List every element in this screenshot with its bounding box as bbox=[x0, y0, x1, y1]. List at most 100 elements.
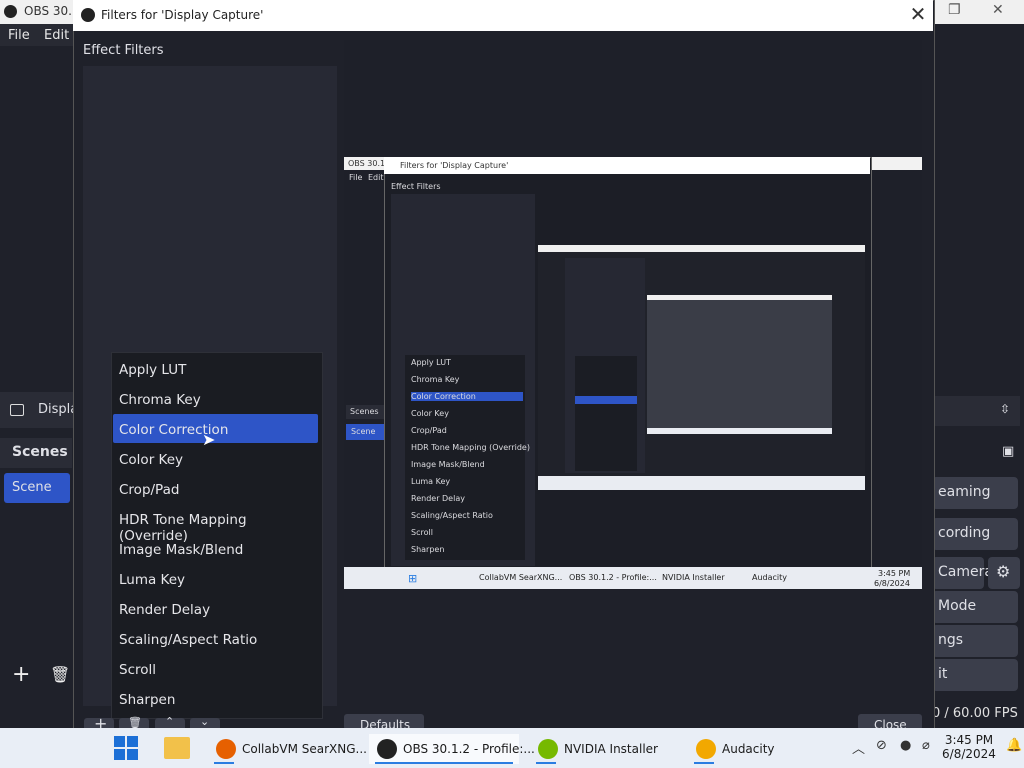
menu-item-label: Scroll bbox=[119, 662, 157, 678]
preview-task-collabvm: CollabVM SearXNG... bbox=[479, 573, 563, 582]
fps-status: 0 / 60.00 FPS bbox=[932, 706, 1018, 721]
right-panel bbox=[932, 24, 1024, 440]
camera-off-icon[interactable]: ⊘ bbox=[876, 738, 887, 753]
restore-icon[interactable]: ❐ bbox=[948, 2, 961, 18]
preview-taskbar: ⊞ CollabVM SearXNG... OBS 30.1.2 - Profi… bbox=[344, 567, 922, 589]
taskbar-item-firefox[interactable]: CollabVM SearXNG... bbox=[208, 734, 367, 764]
preview-task-nvidia: NVIDIA Installer bbox=[662, 573, 725, 582]
file-explorer-icon[interactable] bbox=[164, 737, 190, 759]
preview-deep-titlebar bbox=[647, 295, 832, 300]
studio-mode-button[interactable]: Mode bbox=[932, 591, 1018, 623]
monitor-icon bbox=[10, 404, 24, 416]
dialog-close-icon[interactable]: ✕ bbox=[907, 3, 929, 25]
menu-item-sharpen[interactable]: Sharpen bbox=[119, 685, 309, 713]
preview-menu-item: HDR Tone Mapping (Override) bbox=[411, 443, 530, 452]
start-recording-button[interactable]: cording bbox=[932, 518, 1018, 550]
preview-menu-item: Sharpen bbox=[411, 545, 445, 554]
menu-item-chroma-key[interactable]: Chroma Key bbox=[119, 385, 309, 413]
obs-logo-icon bbox=[81, 8, 95, 22]
source-toolbar: Displa bbox=[0, 392, 78, 428]
chevron-up-icon: ⌃ bbox=[165, 715, 175, 728]
preview-menu-item: Scroll bbox=[411, 528, 433, 537]
scene-list-item[interactable]: Scene bbox=[4, 473, 70, 503]
obs-logo-icon bbox=[4, 5, 17, 18]
taskbar-item-nvidia[interactable]: NVIDIA Installer bbox=[530, 734, 670, 764]
preview-menu-edit: Edit bbox=[368, 173, 384, 182]
scene-label: Scene bbox=[12, 480, 52, 495]
menu-edit[interactable]: Edit bbox=[44, 28, 69, 43]
settings-button[interactable]: ngs bbox=[932, 625, 1018, 657]
menu-item-color-key[interactable]: Color Key bbox=[119, 445, 309, 473]
preview-menu-file: File bbox=[349, 173, 363, 182]
preview-nested-titlebar bbox=[538, 245, 865, 252]
obs-window-title: OBS 30.1 bbox=[24, 4, 80, 18]
start-streaming-button[interactable]: eaming bbox=[932, 477, 1018, 509]
dock-icon[interactable]: ▣ bbox=[1002, 444, 1014, 459]
right-toolbar: ⇳ bbox=[932, 396, 1020, 426]
firefox-icon bbox=[216, 739, 236, 759]
menu-item-label: Sharpen bbox=[119, 692, 176, 708]
preview-menu-item: Scaling/Aspect Ratio bbox=[411, 511, 493, 520]
menu-item-apply-lut[interactable]: Apply LUT bbox=[119, 355, 309, 383]
dialog-title: Filters for 'Display Capture' bbox=[101, 8, 264, 22]
obs-icon bbox=[377, 739, 397, 759]
taskbar-item-obs[interactable]: OBS 30.1.2 - Profile:... bbox=[369, 734, 535, 764]
exit-button[interactable]: it bbox=[932, 659, 1018, 691]
chevron-up-icon[interactable]: ︿ bbox=[852, 738, 865, 757]
preview-clock-time: 3:45 PM bbox=[878, 569, 911, 578]
updown-icon[interactable]: ⇳ bbox=[1000, 402, 1010, 416]
preview-task-obs: OBS 30.1.2 - Profile:... bbox=[569, 573, 657, 582]
taskbar-item-label: OBS 30.1.2 - Profile:... bbox=[403, 742, 535, 756]
obs-tray-icon[interactable]: ● bbox=[900, 738, 911, 753]
system-clock[interactable]: 3:45 PM 6/8/2024 bbox=[940, 733, 998, 761]
dialog-titlebar: Filters for 'Display Capture' ✕ bbox=[73, 0, 933, 31]
start-button[interactable] bbox=[114, 736, 138, 760]
notification-bell-icon[interactable]: 🔔 bbox=[1006, 738, 1022, 753]
preview-dialog-titlebar: Filters for 'Display Capture' bbox=[384, 157, 870, 174]
menu-item-label: Image Mask/Blend bbox=[119, 542, 244, 558]
preview-clock-date: 6/8/2024 bbox=[874, 579, 910, 588]
clock-date: 6/8/2024 bbox=[942, 747, 996, 761]
menu-item-crop-pad[interactable]: Crop/Pad bbox=[119, 475, 309, 503]
taskbar-item-audacity[interactable]: Audacity bbox=[688, 734, 784, 764]
gear-icon: ⚙ bbox=[996, 562, 1011, 581]
menu-item-label: Scaling/Aspect Ratio bbox=[119, 632, 258, 648]
taskbar-item-label: CollabVM SearXNG... bbox=[242, 742, 367, 756]
preview-menu-item: Apply LUT bbox=[411, 358, 451, 367]
running-indicator bbox=[694, 762, 714, 764]
preview-menu-item: Color Correction bbox=[411, 392, 523, 401]
preview-deep-capture bbox=[647, 295, 832, 433]
menu-file[interactable]: File bbox=[8, 28, 30, 43]
menu-item-label: Luma Key bbox=[119, 572, 186, 588]
preview-dialog-title: Filters for 'Display Capture' bbox=[400, 161, 509, 170]
menu-item-scroll[interactable]: Scroll bbox=[119, 655, 309, 683]
menu-item-label: Chroma Key bbox=[119, 392, 201, 408]
trash-icon[interactable]: 🗑 bbox=[50, 665, 70, 684]
menu-item-render-delay[interactable]: Render Delay bbox=[119, 595, 309, 623]
audacity-icon bbox=[696, 739, 716, 759]
virtual-camera-settings-button[interactable]: ⚙ bbox=[988, 557, 1020, 589]
menu-item-label: Color Key bbox=[119, 452, 184, 468]
scenes-header: Scenes bbox=[0, 438, 72, 468]
clock-time: 3:45 PM bbox=[944, 733, 994, 747]
running-indicator bbox=[536, 762, 556, 764]
menu-item-scaling-aspect-ratio[interactable]: Scaling/Aspect Ratio bbox=[119, 625, 309, 653]
network-icon[interactable]: ⌀ bbox=[922, 738, 930, 753]
preview-deep-taskbar bbox=[647, 428, 832, 434]
preview-nested-selected bbox=[575, 396, 637, 404]
preview-nested-taskbar bbox=[538, 476, 865, 490]
preview-windows-icon: ⊞ bbox=[408, 572, 418, 585]
add-scene-icon[interactable]: + bbox=[12, 662, 30, 687]
menu-item-luma-key[interactable]: Luma Key bbox=[119, 565, 309, 593]
close-icon[interactable]: ✕ bbox=[992, 2, 1004, 18]
preview-menu-item: Luma Key bbox=[411, 477, 451, 486]
menu-item-hdr-tone-mapping-override[interactable]: HDR Tone Mapping (Override) bbox=[119, 505, 309, 544]
taskbar-item-label: NVIDIA Installer bbox=[564, 742, 658, 756]
running-indicator bbox=[214, 762, 234, 764]
menu-item-image-mask-blend[interactable]: Image Mask/Blend bbox=[119, 535, 309, 563]
preview-task-audacity: Audacity bbox=[752, 573, 788, 582]
menu-item-label: Crop/Pad bbox=[119, 482, 180, 498]
preview-menu-item: Image Mask/Blend bbox=[411, 460, 485, 469]
virtual-camera-button[interactable]: Camera bbox=[932, 557, 993, 589]
obs-menubar: File Edit bbox=[0, 24, 80, 46]
